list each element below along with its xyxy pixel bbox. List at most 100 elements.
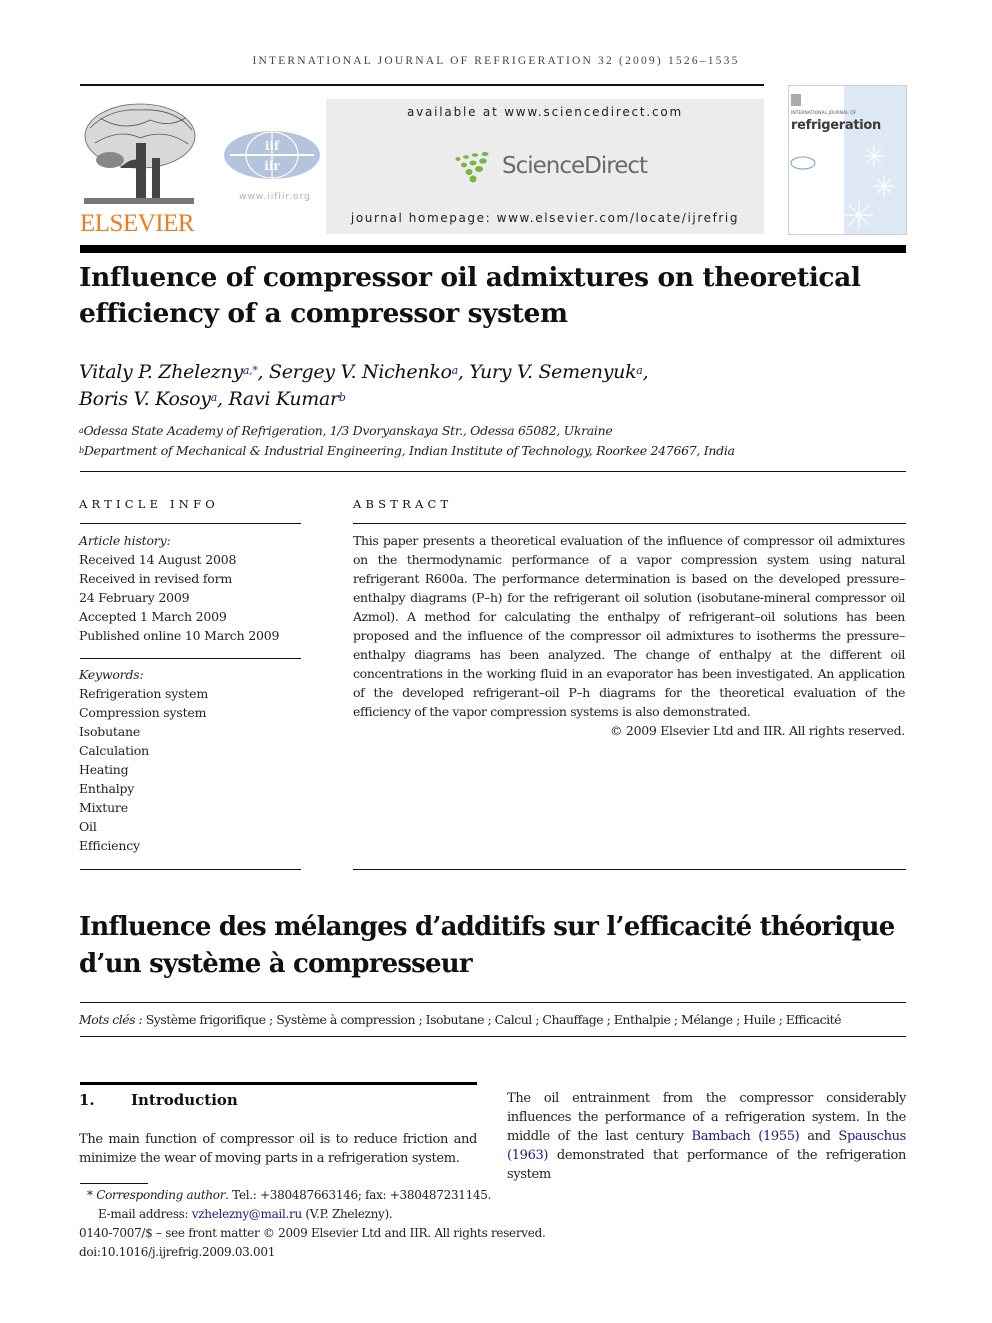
author-affiliation-mark[interactable]: a xyxy=(211,391,218,404)
author-affiliation-mark[interactable]: a,* xyxy=(243,364,258,377)
author-separator: , xyxy=(457,361,470,383)
elsevier-wordmark: ELSEVIER xyxy=(80,210,195,237)
journal-homepage-text[interactable]: journal homepage: www.elsevier.com/locat… xyxy=(326,211,764,225)
history-item: 24 February 2009 xyxy=(79,590,190,605)
author-separator: , xyxy=(642,361,649,383)
email-link[interactable]: vzhelezny@mail.ru xyxy=(192,1207,302,1221)
french-title: Influence des mélanges d’additifs sur l’… xyxy=(79,909,909,983)
section-number: 1. xyxy=(79,1091,95,1109)
affiliation-item: bDepartment of Mechanical & Industrial E… xyxy=(79,441,909,461)
elsevier-logo[interactable]: ELSEVIER xyxy=(80,98,202,237)
author-separator: , xyxy=(257,361,270,383)
divider xyxy=(80,1036,906,1037)
email-suffix: (V.P. Zhelezny). xyxy=(301,1207,393,1221)
article-title-line: efficiency of a compressor system xyxy=(79,298,568,329)
paragraph-text: and xyxy=(799,1129,839,1144)
affiliation-text: Department of Mechanical & Industrial En… xyxy=(83,443,735,458)
intro-paragraph-left: The main function of compressor oil is t… xyxy=(79,1132,477,1166)
contact-info: . Tel.: +380487663146; fax: +38048723114… xyxy=(225,1188,492,1202)
sciencedirect-wordmark: ScienceDirect xyxy=(502,153,648,179)
keywords-list: Keywords: Refrigeration system Compressi… xyxy=(79,665,301,855)
header-rule xyxy=(80,84,764,86)
french-title-line: Influence des mélanges d’additifs sur l’… xyxy=(79,912,895,942)
divider xyxy=(80,471,906,472)
section-rule xyxy=(80,1082,477,1085)
availability-text[interactable]: available at www.sciencedirect.com xyxy=(326,105,764,119)
author-name[interactable]: Ravi Kumar xyxy=(228,388,339,410)
french-title-line: d’un système à compresseur xyxy=(79,949,473,979)
paragraph-text: demonstrated that performance of the ref… xyxy=(507,1148,906,1182)
abstract-copyright: © 2009 Elsevier Ltd and IIR. All rights … xyxy=(610,723,905,738)
footnotes: * Corresponding author. Tel.: +380487663… xyxy=(79,1186,639,1262)
sciencedirect-banner: available at www.sciencedirect.com Scien… xyxy=(326,99,764,234)
footnote-rule xyxy=(80,1183,148,1184)
keywords-label: Keywords: xyxy=(79,667,144,682)
running-head: INTERNATIONAL JOURNAL OF REFRIGERATION 3… xyxy=(252,55,740,67)
author-affiliation-mark[interactable]: b xyxy=(339,391,346,404)
history-item: Received 14 August 2008 xyxy=(79,552,237,567)
sciencedirect-dots-icon xyxy=(455,152,489,183)
keyword-item: Isobutane xyxy=(79,724,141,739)
divider xyxy=(80,1002,906,1003)
divider xyxy=(80,869,301,870)
history-item: Received in revised form xyxy=(79,571,233,586)
snowflake-icon xyxy=(790,146,894,232)
abstract-heading: ABSTRACT xyxy=(353,497,453,511)
citation-link[interactable]: Bambach (1955) xyxy=(692,1129,800,1144)
author-name[interactable]: Sergey V. Nichenko xyxy=(269,361,452,383)
article-info-heading: ARTICLE INFO xyxy=(79,497,219,511)
french-keywords: Mots clés : Système frigorifique ; Systè… xyxy=(79,1012,909,1027)
author-list: Vitaly P. Zheleznya,*, Sergey V. Nichenk… xyxy=(79,359,909,413)
corresponding-author-note: * Corresponding author. Tel.: +380487663… xyxy=(79,1186,639,1205)
keyword-item: Enthalpy xyxy=(79,781,135,796)
keyword-item: Efficiency xyxy=(79,838,140,853)
journal-cover-thumbnail[interactable]: INTERNATIONAL JOURNAL OF refrigeration xyxy=(788,85,907,235)
author-name[interactable]: Boris V. Kosoy xyxy=(79,388,211,410)
section-heading-introduction: 1. Introduction xyxy=(79,1091,238,1109)
header-thick-rule xyxy=(80,245,906,253)
author-name[interactable]: Vitaly P. Zhelezny xyxy=(79,361,243,383)
author-name[interactable]: Yury V. Semenyuk xyxy=(469,361,636,383)
section-title: Introduction xyxy=(131,1091,238,1109)
keyword-item: Heating xyxy=(79,762,129,777)
cover-elsevier-icon xyxy=(791,94,801,106)
history-item: Accepted 1 March 2009 xyxy=(79,609,227,624)
mots-cles-list: Système frigorifique ; Système à compres… xyxy=(145,1012,842,1027)
affiliations: aOdessa State Academy of Refrigeration, … xyxy=(79,421,909,461)
divider xyxy=(80,523,301,524)
svg-text:iif: iif xyxy=(265,139,280,153)
article-title-line: Influence of compressor oil admixtures o… xyxy=(79,262,861,293)
sciencedirect-logo[interactable]: ScienceDirect xyxy=(454,151,654,185)
footnote-mark: * xyxy=(87,1188,93,1202)
author-separator: , xyxy=(216,388,229,410)
divider xyxy=(353,869,906,870)
mots-cles-label: Mots clés : xyxy=(79,1012,143,1027)
divider xyxy=(80,658,301,659)
article-history-label: Article history: xyxy=(79,533,171,548)
keyword-item: Compression system xyxy=(79,705,207,720)
affiliation-item: aOdessa State Academy of Refrigeration, … xyxy=(79,421,909,441)
doi[interactable]: doi:10.1016/j.ijrefrig.2009.03.001 xyxy=(79,1243,639,1262)
abstract-text: This paper presents a theoretical evalua… xyxy=(353,533,905,719)
divider xyxy=(353,523,906,524)
cover-title: refrigeration xyxy=(791,118,882,133)
article-history: Article history: Received 14 August 2008… xyxy=(79,531,301,645)
author-affiliation-mark[interactable]: a xyxy=(636,364,643,377)
intro-paragraph-right: The oil entrainment from the compressor … xyxy=(507,1089,906,1184)
email-label: E-mail address: xyxy=(98,1207,192,1221)
author-affiliation-mark[interactable]: a xyxy=(452,364,459,377)
keyword-item: Calculation xyxy=(79,743,149,758)
keyword-item: Oil xyxy=(79,819,97,834)
keyword-item: Refrigeration system xyxy=(79,686,208,701)
keyword-item: Mixture xyxy=(79,800,128,815)
article-title: Influence of compressor oil admixtures o… xyxy=(79,260,909,332)
history-item: Published online 10 March 2009 xyxy=(79,628,280,643)
elsevier-tree-icon xyxy=(80,98,198,206)
affiliation-text: Odessa State Academy of Refrigeration, 1… xyxy=(83,423,613,438)
front-matter: 0140-7007/$ – see front matter © 2009 El… xyxy=(79,1226,546,1240)
corresponding-label: Corresponding author xyxy=(96,1188,226,1202)
email-note: E-mail address: vzhelezny@mail.ru (V.P. … xyxy=(79,1205,639,1224)
svg-text:iir: iir xyxy=(264,159,280,173)
iifiir-url[interactable]: www.iifiir.org xyxy=(225,192,325,202)
cover-subtitle: INTERNATIONAL JOURNAL OF xyxy=(791,111,857,116)
